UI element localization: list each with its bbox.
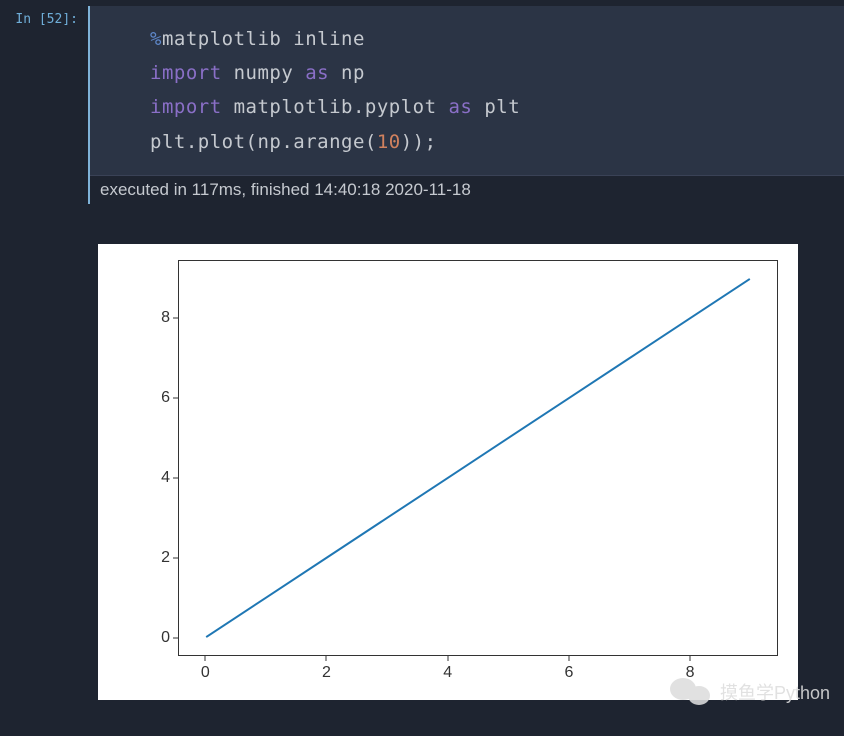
code-line: plt.plot(np.arange(10));: [150, 125, 824, 159]
watermark-text: 摸鱼学Python: [720, 679, 830, 705]
line-series: [179, 261, 777, 655]
wechat-icon: [670, 676, 716, 708]
x-tick-label: 4: [443, 664, 452, 682]
y-tick-label: 2: [146, 549, 170, 567]
cell-input-wrap: %matplotlib inline import numpy as np im…: [88, 6, 844, 204]
x-tick-label: 0: [201, 664, 210, 682]
code-line: %matplotlib inline: [150, 22, 824, 56]
y-tick-mark: [173, 397, 178, 398]
notebook-cell: In [52]: %matplotlib inline import numpy…: [0, 0, 844, 204]
code-line: import matplotlib.pyplot as plt: [150, 90, 824, 124]
magic-token: %: [150, 28, 162, 50]
watermark: 摸鱼学Python: [670, 676, 830, 708]
x-tick-mark: [205, 656, 206, 661]
code-editor[interactable]: %matplotlib inline import numpy as np im…: [90, 6, 844, 175]
x-tick-label: 6: [564, 664, 573, 682]
y-tick-mark: [173, 317, 178, 318]
code-line: import numpy as np: [150, 56, 824, 90]
y-tick-label: 8: [146, 309, 170, 327]
x-tick-mark: [326, 656, 327, 661]
y-tick-label: 4: [146, 469, 170, 487]
cell-output: 02468 02468: [88, 204, 844, 720]
y-tick-label: 0: [146, 629, 170, 647]
y-tick-label: 6: [146, 389, 170, 407]
x-tick-mark: [447, 656, 448, 661]
y-tick-mark: [173, 557, 178, 558]
y-tick-mark: [173, 477, 178, 478]
x-tick-label: 2: [322, 664, 331, 682]
matplotlib-figure: 02468 02468: [98, 244, 798, 700]
plot-axes: [178, 260, 778, 656]
x-tick-mark: [690, 656, 691, 661]
execution-info: executed in 117ms, finished 14:40:18 202…: [90, 175, 844, 204]
input-prompt: In [52]:: [0, 6, 88, 204]
y-tick-mark: [173, 637, 178, 638]
x-tick-mark: [568, 656, 569, 661]
